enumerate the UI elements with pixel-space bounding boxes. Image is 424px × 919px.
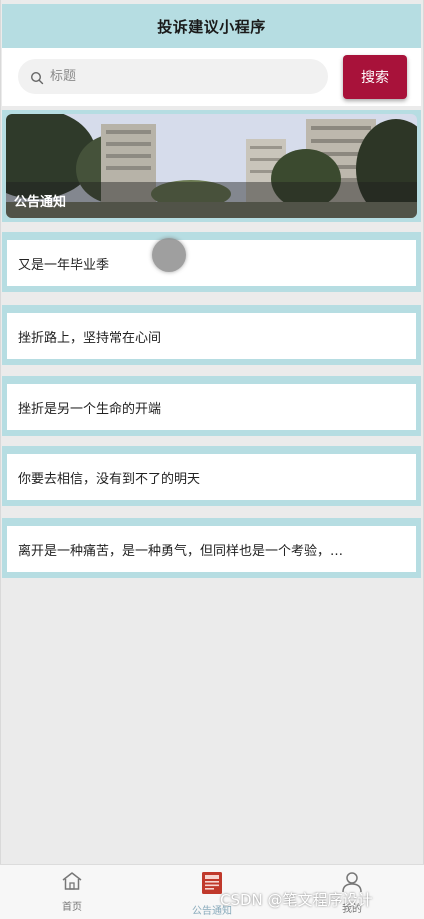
notice-title: 挫折路上，坚持常在心间 <box>18 330 162 346</box>
banner-carousel[interactable]: 公告通知 <box>2 110 421 222</box>
home-icon <box>61 871 83 895</box>
notice-card[interactable]: 你要去相信，没有到不了的明天 <box>2 446 421 506</box>
search-icon <box>30 70 44 84</box>
search-box[interactable] <box>18 59 328 94</box>
notice-card-body[interactable]: 挫折是另一个生命的开端 <box>7 384 416 430</box>
notice-title: 挫折是另一个生命的开端 <box>18 401 162 417</box>
notice-card[interactable]: 挫折路上，坚持常在心间 <box>2 305 421 365</box>
navigation-bar: 投诉建议小程序 <box>2 4 421 48</box>
watermark: CSDN @笔文程序设计 <box>220 891 373 909</box>
tab-home-label: 首页 <box>62 902 82 913</box>
notice-card-body[interactable]: 你要去相信，没有到不了的明天 <box>7 454 416 500</box>
tab-home[interactable]: 首页 <box>32 871 112 915</box>
notice-card[interactable]: 离开是一种痛苦，是一种勇气，但同样也是一个考验，… <box>2 518 421 578</box>
banner-image[interactable]: 公告通知 <box>6 114 417 218</box>
notice-title: 离开是一种痛苦，是一种勇气，但同样也是一个考验，… <box>18 543 344 559</box>
notice-card-body[interactable]: 离开是一种痛苦，是一种勇气，但同样也是一个考验，… <box>7 526 416 572</box>
page-title: 投诉建议小程序 <box>157 17 266 36</box>
search-button[interactable]: 搜索 <box>343 55 407 99</box>
search-input[interactable] <box>50 69 300 84</box>
notice-card[interactable]: 又是一年毕业季 <box>2 232 421 292</box>
notice-title: 又是一年毕业季 <box>18 257 110 273</box>
notice-card[interactable]: 挫折是另一个生命的开端 <box>2 376 421 436</box>
notice-card-body[interactable]: 挫折路上，坚持常在心间 <box>7 313 416 359</box>
touch-indicator <box>152 238 186 272</box>
banner-caption: 公告通知 <box>6 182 417 218</box>
search-area: 搜索 <box>2 48 421 106</box>
notice-card-body[interactable]: 又是一年毕业季 <box>7 240 416 286</box>
banner-caption-text: 公告通知 <box>14 194 67 210</box>
notice-title: 你要去相信，没有到不了的明天 <box>18 471 201 487</box>
